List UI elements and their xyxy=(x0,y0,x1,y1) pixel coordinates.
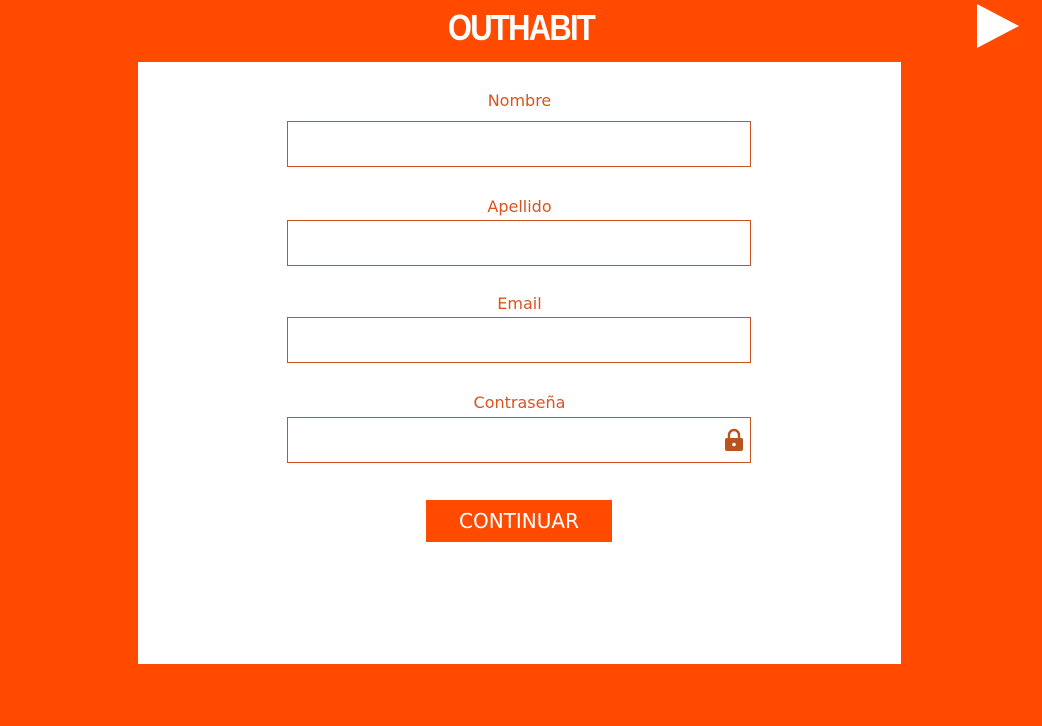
nombre-field-box xyxy=(287,121,751,167)
password-label: Contraseña xyxy=(473,393,566,412)
play-button[interactable] xyxy=(976,4,1020,48)
email-field-box xyxy=(287,317,751,363)
play-icon xyxy=(977,4,1019,48)
signup-form-card: Nombre Apellido Email Contraseña CONTINU… xyxy=(138,62,901,664)
app-root: OUTHABIT Nombre Apellido Email Contraseñ… xyxy=(0,0,1042,726)
email-input[interactable] xyxy=(288,318,750,362)
lock-icon xyxy=(725,428,743,451)
apellido-label: Apellido xyxy=(487,197,552,216)
nombre-input[interactable] xyxy=(288,122,750,166)
continue-button[interactable]: CONTINUAR xyxy=(426,500,612,542)
email-label: Email xyxy=(497,294,542,313)
password-field-box xyxy=(287,417,751,463)
password-input[interactable] xyxy=(288,418,750,462)
apellido-field-box xyxy=(287,220,751,266)
app-logo: OUTHABIT xyxy=(447,7,596,48)
apellido-input[interactable] xyxy=(288,221,750,265)
nombre-label: Nombre xyxy=(487,91,552,110)
